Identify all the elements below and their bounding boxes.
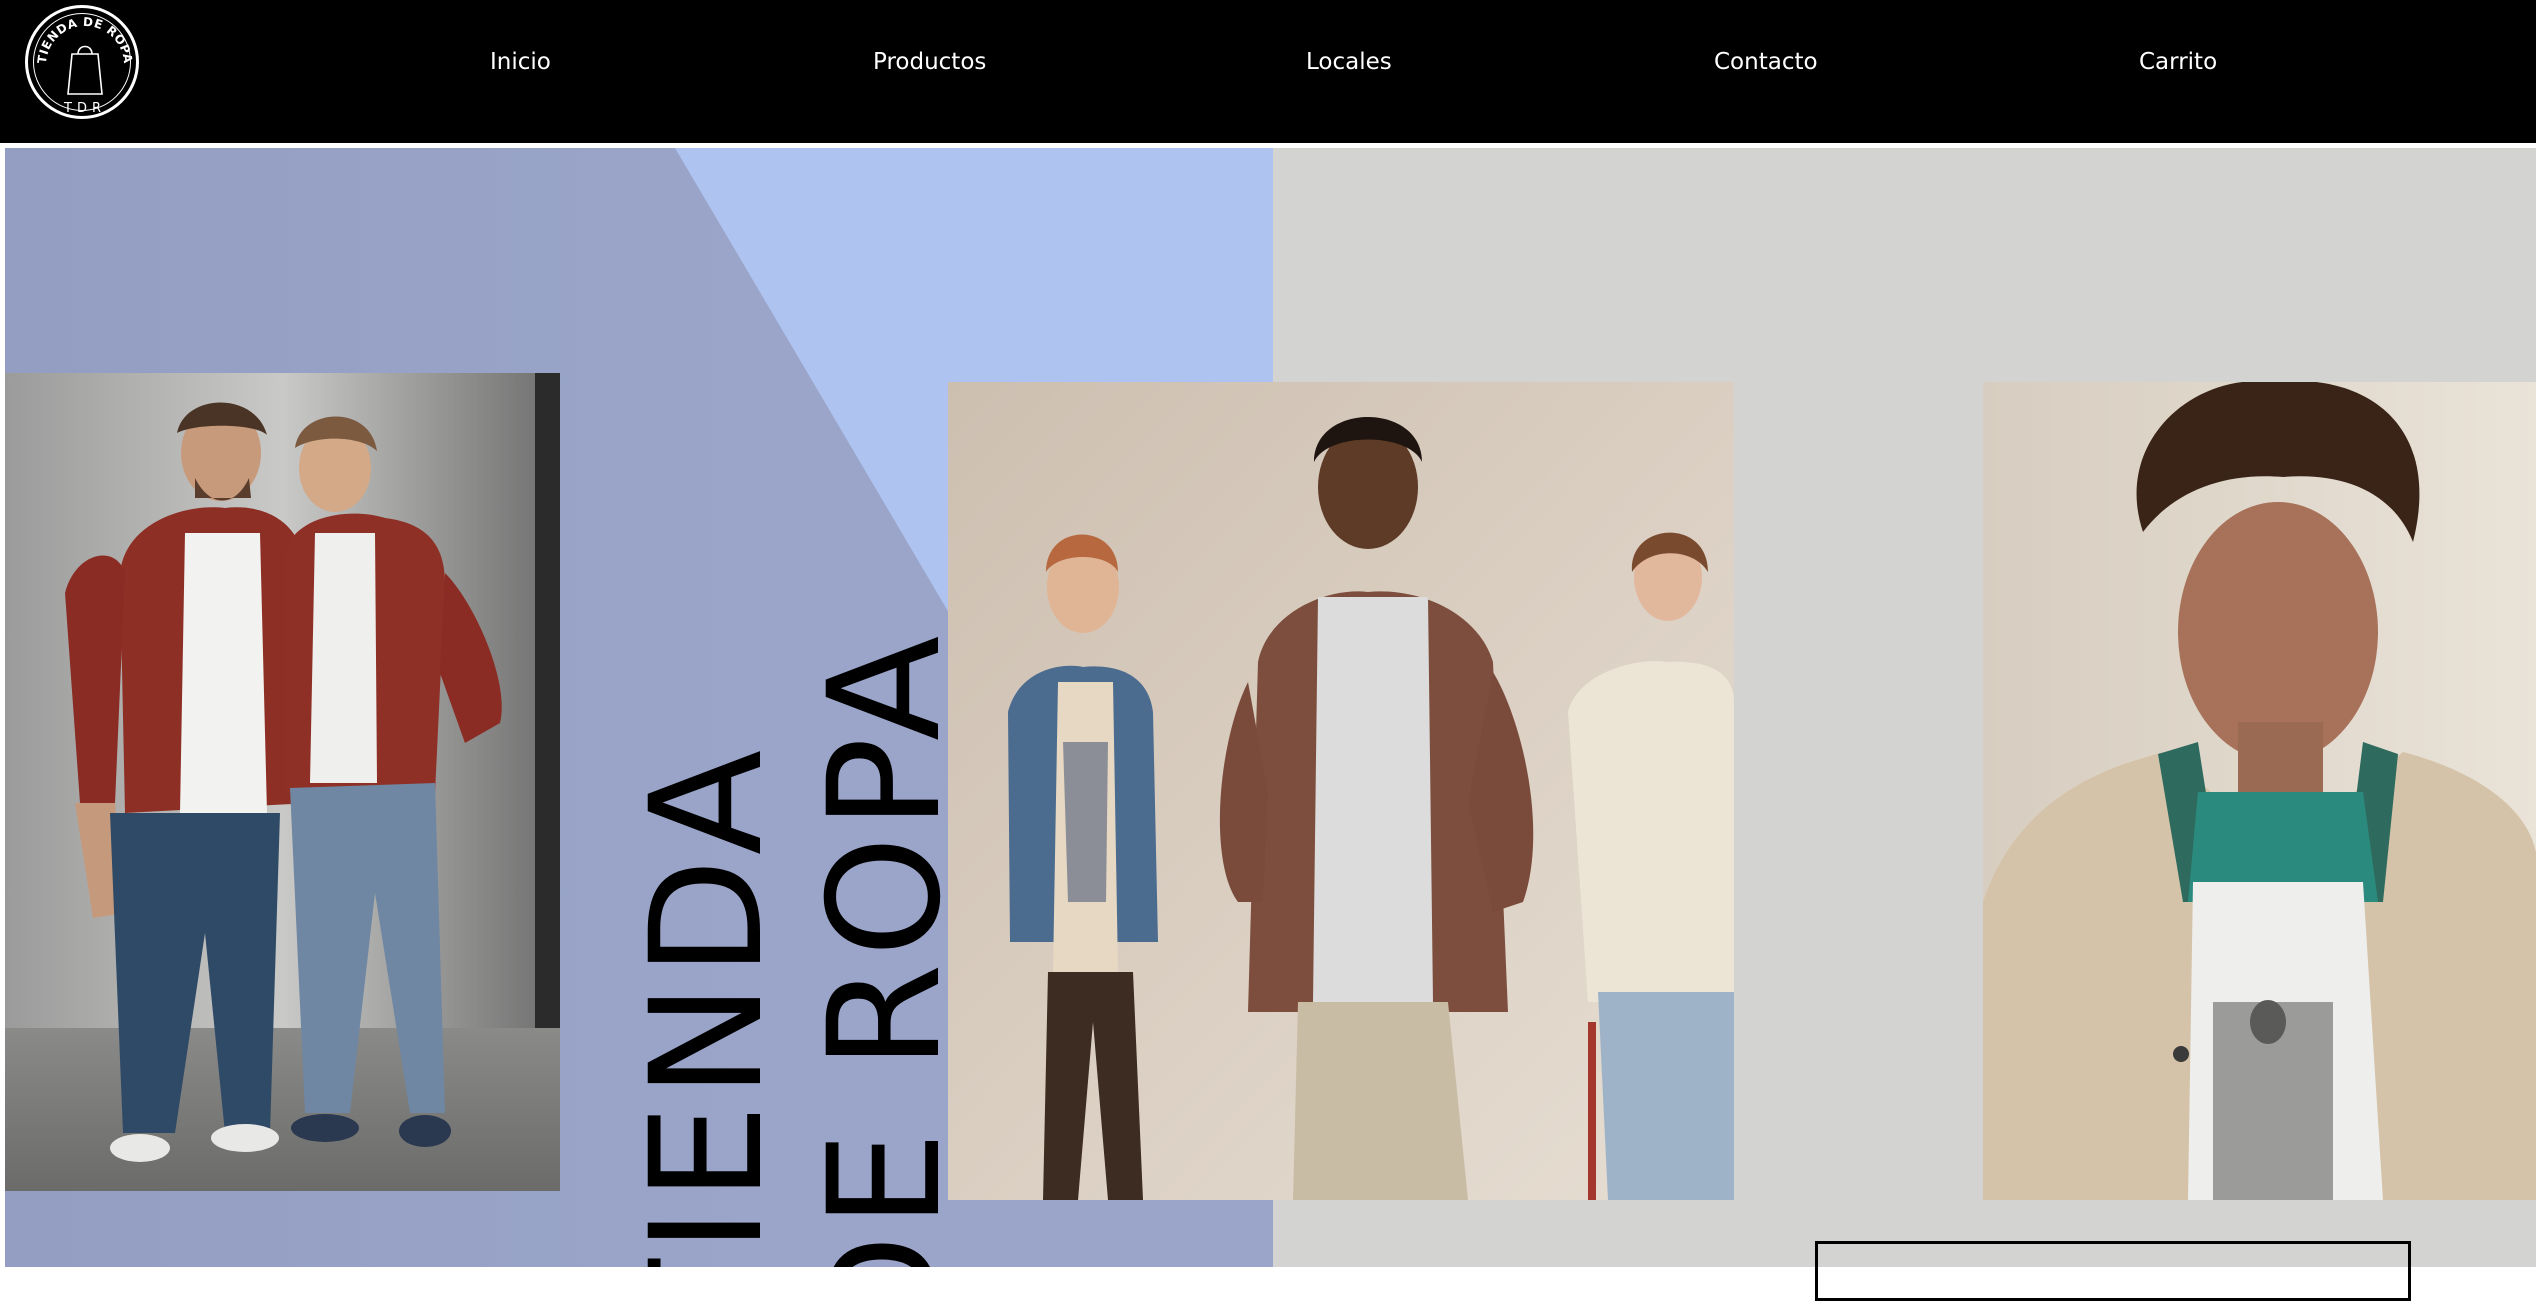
photo-two-models (5, 373, 560, 1191)
nav-locales[interactable]: Locales (1306, 42, 1392, 82)
photo-closeup-model (1983, 382, 2536, 1200)
photo-three-models (948, 382, 1734, 1200)
svg-text:TIENDA DE ROPA: TIENDA DE ROPA (35, 15, 135, 65)
hero-title-line-1: TIENDA (618, 743, 797, 1267)
brand-logo[interactable]: TIENDA DE ROPA TDR (25, 5, 139, 119)
logo-arc-text: TIENDA DE ROPA (35, 15, 135, 65)
logo-initials: TDR (63, 101, 106, 116)
hero-title-line-2: DE ROPA (796, 629, 975, 1267)
hero-title: TIENDA DE ROPA (617, 598, 975, 1267)
hero-section: TIENDA DE ROPA (5, 148, 2536, 1267)
nav-contacto[interactable]: Contacto (1714, 42, 1818, 82)
nav-productos[interactable]: Productos (873, 42, 986, 82)
nav-carrito[interactable]: Carrito (2139, 42, 2217, 82)
cta-outline-box[interactable] (1815, 1241, 2411, 1301)
nav-inicio[interactable]: Inicio (490, 42, 551, 82)
shopping-bag-icon: TIENDA DE ROPA TDR (35, 15, 135, 116)
site-header: TIENDA DE ROPA TDR Inicio Productos Loca… (0, 0, 2536, 143)
